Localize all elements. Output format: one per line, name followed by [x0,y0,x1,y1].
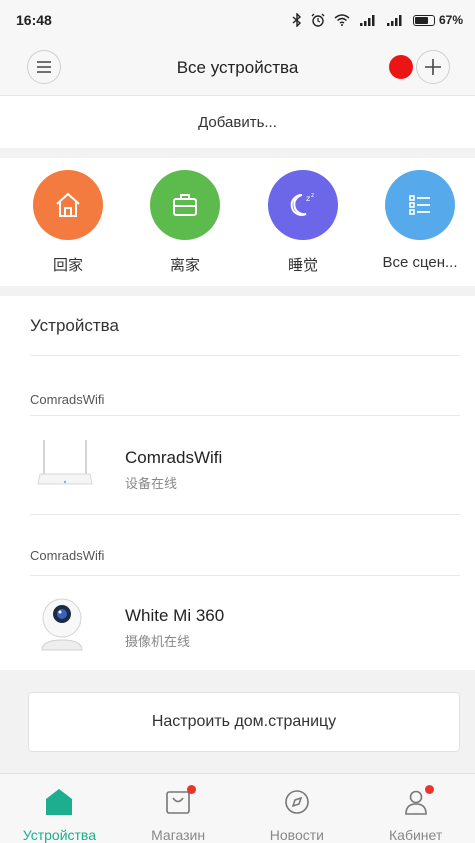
scene-label: 离家 [169,257,200,274]
add-more-link[interactable]: Добавить... [0,96,475,148]
home-icon [46,788,73,815]
divider [30,415,460,416]
device-row-camera[interactable]: White Mi 360 摄像机在线 [0,576,475,672]
scene-label: Все сцен... [382,254,458,271]
nav-news[interactable]: Новости [238,774,357,843]
device-group-label: ComradsWifi [30,548,105,563]
nav-label: Устройства [22,827,96,843]
home-icon [56,192,80,217]
divider [30,514,460,515]
device-group-label: ComradsWifi [30,392,105,407]
scene-icon-circle [150,170,220,240]
scene-label: 回家 [52,257,83,274]
status-icons: 67% [292,13,463,27]
device-status: 设备在线 [125,476,178,491]
notification-badge [187,785,197,794]
nav-icon-wrap [279,784,315,819]
customize-label: Настроить дом.страницу [151,713,337,730]
nav-profile[interactable]: Кабинет [356,774,475,843]
wifi-icon [334,14,350,26]
moon-icon: z z [290,192,314,216]
scene-icon-circle: z z [268,170,338,240]
app-header: Все устройства [0,40,475,96]
menu-button[interactable] [27,50,61,84]
plus-icon [425,59,441,75]
devices-title: Устройства [30,316,119,335]
scene-away[interactable]: 离家 [135,170,235,275]
device-row-router[interactable]: ComradsWifi 设备在线 [0,418,475,514]
list-icon [409,195,430,215]
nav-icon-wrap [41,784,77,819]
menu-icon [37,61,51,73]
scene-label: 睡觉 [287,257,318,274]
page-title: Все устройства [176,57,299,77]
svg-text:z: z [311,192,314,199]
bottom-nav: Устройства Магазин Новости Кабинет [0,773,475,843]
nav-icon-wrap [160,784,197,819]
scene-sleep[interactable]: z z 睡觉 [253,170,353,275]
router-icon [37,440,93,485]
briefcase-icon [173,194,197,216]
divider [30,355,460,356]
add-device-button[interactable] [416,50,450,84]
screen: 16:48 67% Все устройства Добавить... 回家 … [0,0,475,843]
nav-devices[interactable]: Устройства [0,774,119,843]
nav-label: Кабинет [389,827,443,843]
device-name: White Mi 360 [125,606,225,625]
scenes-panel: 回家 离家 z z 睡觉 Все сцен... [0,158,475,286]
nav-label: Магазин [151,827,206,843]
device-status: 摄像机在线 [125,634,191,649]
camera-icon [41,598,83,651]
device-name: ComradsWifi [125,448,223,467]
scene-home[interactable]: 回家 [18,170,118,275]
add-more-label: Добавить... [198,113,277,131]
status-bar: 16:48 67% [0,0,475,40]
battery-percent: 67% [438,13,463,27]
nav-icon-wrap [398,784,434,819]
signal-icon [386,15,402,26]
signal-icon [359,15,375,26]
alarm-icon [311,13,325,27]
status-time: 16:48 [16,12,52,28]
customize-home-button[interactable]: Настроить дом.страницу [28,692,460,752]
battery: 67% [412,13,463,27]
nav-shop[interactable]: Магазин [119,774,238,843]
notification-badge [424,785,434,794]
bluetooth-icon [292,13,301,27]
battery-icon [412,14,435,26]
scene-icon-circle [33,170,103,240]
compass-icon [285,789,309,814]
devices-card: Устройства ComradsWifi ComradsWifi 设备在线 … [0,296,475,670]
scene-icon-circle [385,170,455,240]
scene-all[interactable]: Все сцен... [370,170,470,271]
nav-label: Новости [269,827,324,843]
record-indicator [389,55,413,79]
svg-text:z: z [306,194,310,203]
